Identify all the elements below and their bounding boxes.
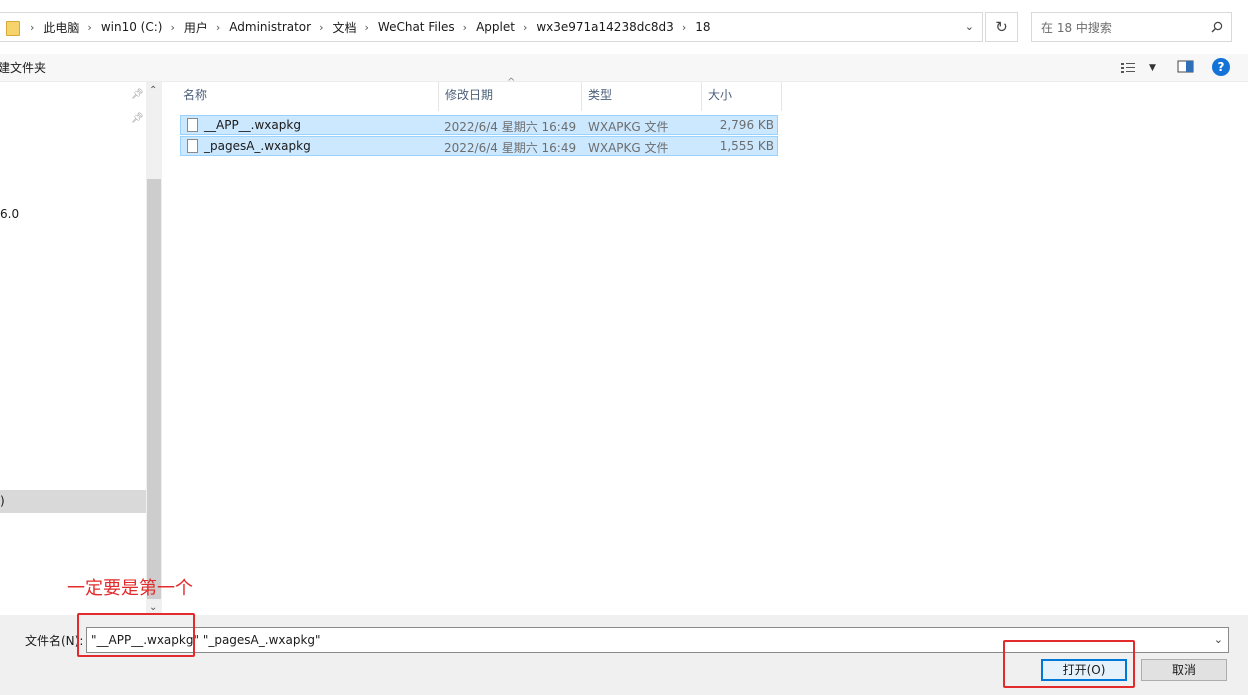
column-header-label: 名称 bbox=[183, 88, 208, 102]
filename-value-second: "_pagesA_.wxapkg" bbox=[199, 633, 321, 647]
chevron-down-icon[interactable]: ⌄ bbox=[965, 20, 974, 33]
breadcrumb: › 此电脑 › win10 (C:) › 用户 › Administrator … bbox=[22, 19, 711, 36]
nav-item-partial-selected: ) bbox=[0, 494, 5, 508]
details-view-icon bbox=[1121, 63, 1135, 73]
crumb-appid[interactable]: wx3e971a14238dc8d3 bbox=[536, 20, 673, 34]
chevron-down-icon: ▼ bbox=[1149, 63, 1156, 73]
address-row: › 此电脑 › win10 (C:) › 用户 › Administrator … bbox=[0, 0, 1248, 54]
crumb-wechat-files[interactable]: WeChat Files bbox=[378, 20, 455, 34]
file-name: _pagesA_.wxapkg bbox=[204, 139, 311, 153]
file-icon bbox=[187, 118, 198, 132]
annotation-note: 一定要是第一个 bbox=[67, 578, 193, 599]
nav-scrollbar[interactable]: ⌃ ⌄ bbox=[146, 82, 162, 615]
chevron-right-icon[interactable]: › bbox=[170, 21, 174, 34]
column-header-size[interactable]: 大小 bbox=[702, 82, 782, 111]
chevron-right-icon[interactable]: › bbox=[216, 21, 220, 34]
scroll-down-icon[interactable]: ⌄ bbox=[149, 602, 157, 613]
annotation-box-open bbox=[1003, 640, 1135, 688]
navigation-pane: 📌︎ 📌︎ 6.0 ) ⌃ ⌄ bbox=[0, 82, 162, 615]
chevron-right-icon[interactable]: › bbox=[463, 21, 467, 34]
view-options-button[interactable]: ▼ bbox=[1121, 60, 1161, 76]
column-header-date[interactable]: 修改日期 bbox=[439, 82, 582, 111]
column-header-label: 类型 bbox=[588, 88, 613, 102]
address-bar[interactable]: › 此电脑 › win10 (C:) › 用户 › Administrator … bbox=[0, 12, 983, 42]
file-type: WXAPKG 文件 bbox=[588, 120, 669, 134]
crumb-folder-18[interactable]: 18 bbox=[695, 20, 710, 34]
file-icon bbox=[187, 139, 198, 153]
chevron-right-icon[interactable]: › bbox=[365, 21, 369, 34]
help-icon[interactable]: ? bbox=[1212, 58, 1230, 76]
file-list: ^ 名称 修改日期 类型 大小 __APP__.wxapkg 2022/6/4 … bbox=[162, 77, 1248, 615]
chevron-right-icon[interactable]: › bbox=[682, 21, 686, 34]
cancel-button[interactable]: 取消 bbox=[1141, 659, 1227, 681]
search-icon bbox=[1211, 21, 1223, 33]
file-size: 1,555 KB bbox=[719, 139, 774, 153]
command-bar: 建文件夹 ▼ ? bbox=[0, 54, 1248, 82]
preview-pane-icon[interactable] bbox=[1176, 59, 1196, 75]
column-header-type[interactable]: 类型 bbox=[582, 82, 702, 111]
file-name: __APP__.wxapkg bbox=[204, 118, 301, 132]
file-date: 2022/6/4 星期六 16:49 bbox=[444, 120, 577, 134]
search-input[interactable]: 在 18 中搜索 bbox=[1031, 12, 1232, 42]
search-placeholder: 在 18 中搜索 bbox=[1041, 20, 1112, 35]
crumb-administrator[interactable]: Administrator bbox=[229, 20, 311, 34]
refresh-button[interactable]: ↻ bbox=[985, 12, 1018, 42]
crumb-applet[interactable]: Applet bbox=[476, 20, 515, 34]
crumb-drive[interactable]: win10 (C:) bbox=[101, 20, 163, 34]
file-row[interactable]: __APP__.wxapkg 2022/6/4 星期六 16:49 WXAPKG… bbox=[180, 115, 778, 135]
scrollbar-thumb[interactable] bbox=[147, 179, 161, 599]
new-folder-button[interactable]: 建文件夹 bbox=[0, 59, 46, 76]
chevron-right-icon[interactable]: › bbox=[87, 21, 91, 34]
crumb-users[interactable]: 用户 bbox=[184, 19, 208, 36]
chevron-down-icon[interactable]: ⌄ bbox=[1214, 633, 1223, 646]
column-header-name[interactable]: 名称 bbox=[177, 82, 439, 111]
annotation-box-filename bbox=[77, 613, 195, 657]
nav-item-selected[interactable] bbox=[0, 490, 146, 513]
chevron-right-icon[interactable]: › bbox=[30, 21, 34, 34]
refresh-icon: ↻ bbox=[995, 18, 1008, 36]
pin-icon[interactable]: 📌︎ bbox=[131, 113, 144, 124]
file-date: 2022/6/4 星期六 16:49 bbox=[444, 141, 577, 155]
pin-icon[interactable]: 📌︎ bbox=[131, 89, 144, 100]
file-type: WXAPKG 文件 bbox=[588, 141, 669, 155]
nav-item-partial[interactable]: 6.0 bbox=[0, 207, 19, 221]
column-header-label: 大小 bbox=[708, 88, 733, 102]
chevron-right-icon[interactable]: › bbox=[319, 21, 323, 34]
file-row[interactable]: _pagesA_.wxapkg 2022/6/4 星期六 16:49 WXAPK… bbox=[180, 136, 778, 156]
crumb-documents[interactable]: 文档 bbox=[333, 19, 357, 36]
column-header-label: 修改日期 bbox=[445, 88, 494, 102]
filename-label: 文件名(N): bbox=[25, 634, 84, 648]
scroll-up-icon[interactable]: ⌃ bbox=[149, 85, 157, 96]
crumb-this-pc[interactable]: 此电脑 bbox=[43, 19, 79, 36]
chevron-right-icon[interactable]: › bbox=[523, 21, 527, 34]
file-size: 2,796 KB bbox=[719, 118, 774, 132]
folder-icon bbox=[6, 20, 20, 36]
